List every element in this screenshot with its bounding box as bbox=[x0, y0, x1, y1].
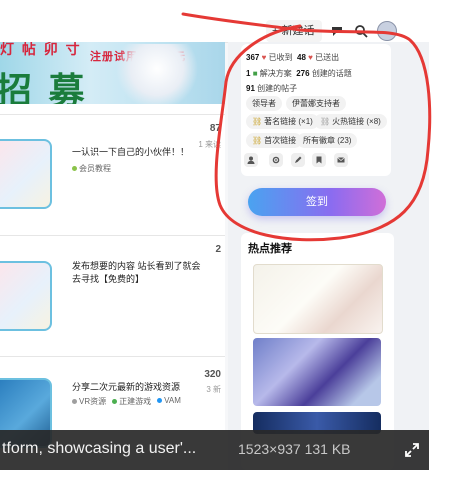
banner-character-illustration bbox=[112, 44, 202, 104]
solutions-count: 1 bbox=[246, 69, 251, 78]
recruit-banner[interactable]: 灯 帖 卯 寸 注册试用仅需一元 招 募 bbox=[0, 42, 225, 104]
posts-created-label: 创建的帖子 bbox=[257, 84, 298, 93]
avatar[interactable] bbox=[377, 21, 397, 41]
topic-thumbnail[interactable] bbox=[0, 261, 52, 331]
list-item[interactable]: 发布想要的内容 站长看到了就会 去寻找【免费的】 2 bbox=[0, 235, 225, 356]
image-caption-bar: tform, showcasing a user'... 1523×937 13… bbox=[0, 430, 429, 470]
gear-icon[interactable] bbox=[269, 153, 283, 167]
tag-dot-icon bbox=[72, 399, 77, 405]
search-icon[interactable] bbox=[351, 21, 371, 41]
all-badges-chip[interactable]: 所有徽章 (23) bbox=[297, 133, 358, 148]
tag[interactable]: VAM bbox=[157, 396, 181, 407]
topics-created-label: 创建的话题 bbox=[311, 69, 352, 78]
hot-item-image[interactable] bbox=[253, 338, 381, 406]
reply-count: 320 bbox=[204, 369, 221, 380]
badge-label: 火热链接 (×8) bbox=[332, 117, 381, 126]
user-icon[interactable] bbox=[244, 153, 258, 167]
check-icon: ■ bbox=[252, 69, 258, 78]
solutions-label: 解决方案 bbox=[259, 69, 292, 78]
badge-chip[interactable]: ⛓ 首次链接 bbox=[246, 133, 303, 148]
banner-corner-text: 灯 帖 卯 寸 bbox=[0, 42, 82, 57]
tag-label: VAM bbox=[164, 396, 181, 405]
checkin-button[interactable]: 签到 bbox=[248, 188, 386, 216]
tag-label: 正建游戏 bbox=[119, 397, 152, 406]
banner-title: 招 募 bbox=[0, 70, 87, 104]
reply-count-sub: 3 新 bbox=[206, 385, 221, 394]
tag[interactable]: VR资源 bbox=[72, 396, 106, 407]
tag-label: 会员教程 bbox=[79, 164, 111, 173]
topic-thumbnail[interactable] bbox=[0, 139, 52, 209]
topic-tags: VR资源 正建游戏 VAM bbox=[72, 396, 181, 407]
reply-count-sub: 1 来读 bbox=[198, 140, 221, 149]
tag-dot-icon bbox=[72, 166, 77, 172]
likes-received-count: 367 bbox=[246, 53, 260, 62]
likes-sent-count: 48 bbox=[297, 53, 306, 62]
badge-chip[interactable]: 领导者 bbox=[246, 96, 282, 111]
tag[interactable]: 会员教程 bbox=[72, 163, 111, 174]
expand-icon[interactable] bbox=[404, 442, 420, 458]
user-profile-card: 367 ♥ 已收到 48 ♥ 已送出 1 ■ 解决方案 276 创建的话题 91… bbox=[241, 44, 391, 176]
bookmark-icon[interactable] bbox=[312, 153, 326, 167]
topic-title[interactable]: 分享二次元最新的游戏资源 bbox=[72, 381, 202, 394]
tag[interactable]: 正建游戏 bbox=[112, 396, 151, 407]
badge-chip[interactable]: 伊蕾娜支持者 bbox=[286, 96, 346, 111]
image-meta-text: 1523×937 131 KB bbox=[238, 441, 351, 457]
screenshot-image: + 新建话题 灯 帖 卯 寸 注册试用仅需一元 招 募 一认识一下自己的小伙伴！… bbox=[0, 0, 429, 470]
badge-label: 首次链接 bbox=[264, 136, 297, 145]
topic-tags: 会员教程 bbox=[72, 163, 111, 174]
topic-title[interactable]: 发布想要的内容 站长看到了就会 去寻找【免费的】 bbox=[72, 260, 202, 286]
hot-item-image[interactable] bbox=[253, 264, 383, 334]
reply-count: 87 bbox=[209, 123, 221, 134]
badge-chip[interactable]: ⛓ 火热链接 (×8) bbox=[314, 114, 387, 129]
mail-icon[interactable] bbox=[334, 153, 348, 167]
reply-count: 2 bbox=[215, 244, 221, 255]
heart-icon: ♥ bbox=[261, 53, 267, 62]
likes-stats: 367 ♥ 已收到 48 ♥ 已送出 bbox=[246, 52, 339, 63]
badge-label: 著名链接 (×1) bbox=[264, 117, 313, 126]
tag-label: VR资源 bbox=[79, 397, 107, 406]
likes-sent-label: 已送出 bbox=[315, 53, 340, 62]
tag-dot-icon bbox=[112, 399, 118, 405]
badge-chip[interactable]: ⛓ 著名链接 (×1) bbox=[246, 114, 319, 129]
likes-received-label: 已收到 bbox=[268, 53, 293, 62]
new-topic-button[interactable]: + 新建话题 bbox=[266, 20, 322, 59]
top-header: + 新建话题 bbox=[0, 0, 429, 59]
heart-icon: ♥ bbox=[308, 53, 313, 62]
topic-list: 一认识一下自己的小伙伴！！ 会员教程 87 1 来读 发布想要的内容 站长看到了… bbox=[0, 104, 225, 470]
list-item[interactable]: 一认识一下自己的小伙伴！！ 会员教程 87 1 来读 bbox=[0, 114, 225, 225]
topics-created-count: 276 bbox=[296, 69, 310, 78]
pencil-icon[interactable] bbox=[291, 153, 305, 167]
link-icon: ⛓ bbox=[320, 117, 331, 126]
topic-title[interactable]: 一认识一下自己的小伙伴！！ bbox=[72, 146, 202, 159]
posts-stats: 91 创建的帖子 bbox=[246, 83, 297, 94]
activity-stats: 1 ■ 解决方案 276 创建的话题 bbox=[246, 68, 352, 79]
link-icon: ⛓ bbox=[252, 117, 263, 126]
hot-recommend-title: 热点推荐 bbox=[248, 243, 292, 255]
posts-created-count: 91 bbox=[246, 84, 255, 93]
image-caption-text: tform, showcasing a user'... bbox=[2, 440, 197, 457]
chat-icon[interactable] bbox=[327, 21, 347, 41]
tag-dot-icon bbox=[157, 398, 163, 404]
link-icon: ⛓ bbox=[252, 136, 263, 145]
